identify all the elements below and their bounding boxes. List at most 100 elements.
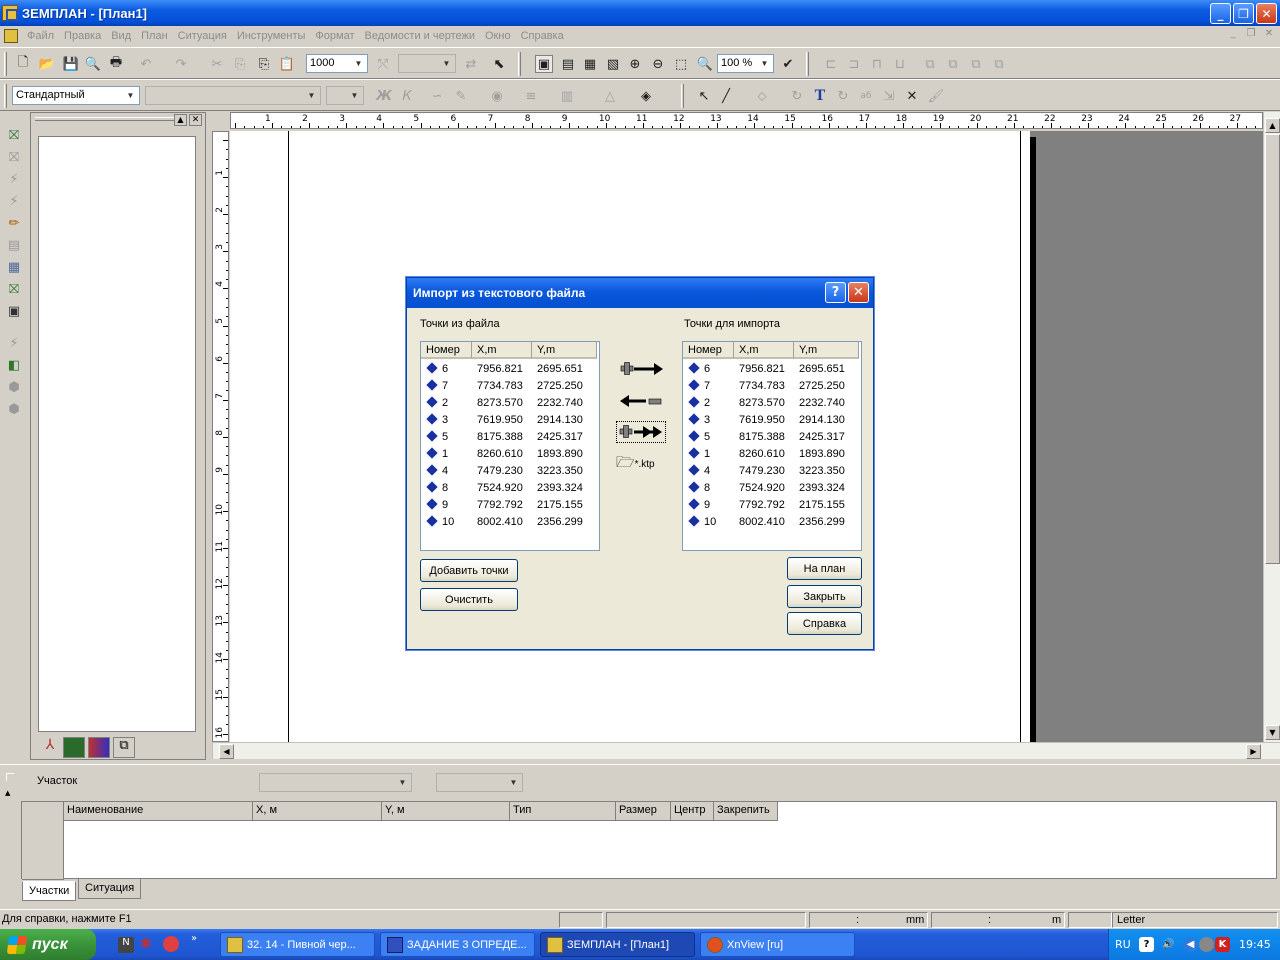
align-left-icon[interactable]: ⊏ [822, 55, 840, 73]
mdi-minimize-icon[interactable]: _ [1226, 28, 1240, 41]
point-row[interactable]: 6 7956.821 2695.651 [683, 361, 861, 378]
grid-col-y[interactable]: Y, м [382, 802, 510, 821]
menu-file[interactable]: Файл [22, 30, 59, 42]
preview-icon[interactable]: 🔍 [84, 55, 102, 73]
tab-parcels-icon[interactable]: ⅄ [38, 737, 62, 758]
save-icon[interactable]: 💾 [62, 55, 80, 73]
scale-combo[interactable]: 1000 ▼ [306, 54, 368, 73]
polygon-icon[interactable]: ⛝ [5, 280, 23, 298]
select-tool-icon[interactable]: ⬉ [490, 55, 508, 73]
symbol-icon[interactable]: △ [601, 87, 619, 105]
rotate-text-icon[interactable]: ↻ [834, 87, 852, 105]
pen-color-icon[interactable]: ✎ [452, 87, 470, 105]
ungroup-icon[interactable]: ⧉ [990, 55, 1008, 73]
copy-icon[interactable]: ⎘ [231, 55, 249, 73]
undo-icon[interactable]: ↶ [137, 55, 155, 73]
tray-volume-icon[interactable]: 🔊 [1161, 937, 1176, 952]
line-width-icon[interactable]: ≡ [522, 87, 540, 105]
layer-icon[interactable]: ⚡ [5, 334, 23, 352]
panel-scroll-icon[interactable]: ▲ [5, 789, 10, 797]
arc-tool-icon[interactable]: ↻ [788, 87, 806, 105]
point-row[interactable]: 8 7524.920 2393.324 [683, 480, 861, 497]
menu-plan[interactable]: План [136, 30, 173, 42]
tab-map-icon[interactable] [63, 737, 85, 758]
quicklaunch-n-icon[interactable]: N [118, 937, 134, 953]
scroll-down-icon[interactable]: ▼ [1265, 725, 1280, 740]
zoom-window-icon[interactable]: ⬚ [672, 55, 690, 73]
col-y[interactable]: Y,m [794, 342, 859, 359]
tab-colors-icon[interactable] [88, 737, 110, 758]
point-row[interactable]: 6 7956.821 2695.651 [421, 361, 599, 378]
align-top-icon[interactable]: ⊓ [868, 55, 886, 73]
task-beer[interactable]: 32. 14 - Пивной чер... [220, 932, 375, 957]
add-all-button[interactable] [616, 421, 666, 443]
zoom-combo[interactable]: 100 % ▼ [717, 54, 774, 73]
menu-tools[interactable]: Инструменты [232, 30, 311, 42]
task-word[interactable]: ЗАДАНИЕ 3 ОПРЕДЕ... [380, 932, 535, 957]
tab-list-icon[interactable]: ⧉ [113, 737, 135, 758]
report-icon[interactable]: ▣ [5, 302, 23, 320]
tray-kaspersky-icon[interactable]: K [1215, 937, 1230, 952]
split-tool-icon[interactable]: ⚡ [5, 170, 23, 188]
paste-icon[interactable]: 📋 [278, 55, 296, 73]
point-row[interactable]: 1 8260.610 1893.890 [683, 446, 861, 463]
quicklaunch-more-icon[interactable]: » [191, 933, 197, 944]
scroll-left-icon[interactable]: ◀ [219, 744, 234, 759]
layers-stack-icon[interactable]: ◧ [5, 356, 23, 374]
menu-reports[interactable]: Ведомости и чертежи [359, 30, 480, 42]
maximize-button[interactable]: ❐ [1233, 3, 1254, 24]
point-row[interactable]: 5 8175.388 2425.317 [683, 429, 861, 446]
task-xnview[interactable]: XnView [ru] [700, 932, 855, 957]
symbol-picker-icon[interactable]: ◈ [637, 87, 655, 105]
rotate-icon[interactable]: ⤲ [374, 55, 392, 73]
zoom-out-icon[interactable]: ⊖ [649, 55, 667, 73]
measure-icon[interactable]: ▤ [5, 236, 23, 254]
point-row[interactable]: 3 7619.950 2914.130 [421, 412, 599, 429]
point-row[interactable]: 4 7479.230 3223.350 [683, 463, 861, 480]
task-zemplan[interactable]: ЗЕМПЛАН - [План1] [540, 932, 695, 957]
quicklaunch-bug-icon[interactable]: ✱ [140, 936, 152, 952]
font-combo[interactable]: ▼ [145, 86, 321, 105]
tray-shield-icon[interactable] [1199, 937, 1214, 952]
menu-window[interactable]: Окно [480, 30, 516, 42]
dialog-close-action-button[interactable]: Закрыть [787, 585, 862, 608]
dialog-help-action-button[interactable]: Справка [787, 612, 862, 635]
start-button[interactable]: пуск [0, 929, 96, 960]
horizontal-scrollbar[interactable]: ◀ ▶ [212, 742, 1280, 759]
point-tool-icon[interactable]: ⬦ [753, 87, 771, 105]
scroll-thumb[interactable] [1265, 134, 1280, 564]
menu-situation[interactable]: Ситуация [173, 30, 232, 42]
point-row[interactable]: 4 7479.230 3223.350 [421, 463, 599, 480]
tray-help-icon[interactable]: ? [1139, 937, 1154, 952]
grid-col-type[interactable]: Тип [510, 802, 616, 821]
object-tree[interactable] [38, 136, 196, 732]
pane-close-icon[interactable]: ✕ [189, 114, 202, 126]
menu-view[interactable]: Вид [106, 30, 136, 42]
font-size-combo[interactable]: ▼ [326, 86, 364, 105]
view-layout-icon[interactable]: ▧ [604, 55, 622, 73]
point-row[interactable]: 9 7792.792 2175.155 [683, 497, 861, 514]
grid-col-x[interactable]: X, м [253, 802, 382, 821]
align-bottom-icon[interactable]: ⊔ [891, 55, 909, 73]
group-icon[interactable]: ⧉ [967, 55, 985, 73]
style-combo[interactable]: Стандартный ▼ [12, 86, 140, 105]
parcel-edit-icon[interactable]: ⛝ [5, 148, 23, 166]
scroll-right-icon[interactable]: ▶ [1246, 744, 1261, 759]
tab-parcels[interactable]: Участки [22, 881, 77, 901]
parcel-type-combo[interactable]: ▼ [436, 773, 523, 792]
add-selected-button[interactable] [616, 358, 666, 380]
blob-icon[interactable]: ⬢ [5, 400, 23, 418]
quicklaunch-opera-icon[interactable] [163, 936, 179, 952]
italic-icon[interactable]: К [398, 87, 416, 105]
redo-icon[interactable]: ↷ [172, 55, 190, 73]
delete-tool-icon[interactable]: ✕ [903, 87, 921, 105]
bring-front-icon[interactable]: ⧉ [921, 55, 939, 73]
mdi-close-icon[interactable]: ✕ [1262, 28, 1276, 41]
menu-help[interactable]: Справка [516, 30, 569, 42]
open-icon[interactable]: 📂 [38, 55, 56, 73]
vertical-scrollbar[interactable]: ▲ ▼ [1263, 112, 1280, 742]
text-tool-icon[interactable]: T [811, 87, 829, 105]
grid-col-size[interactable]: Размер [616, 802, 671, 821]
close-button[interactable]: ✕ [1256, 3, 1277, 24]
line-style-icon[interactable]: ∽ [428, 87, 446, 105]
